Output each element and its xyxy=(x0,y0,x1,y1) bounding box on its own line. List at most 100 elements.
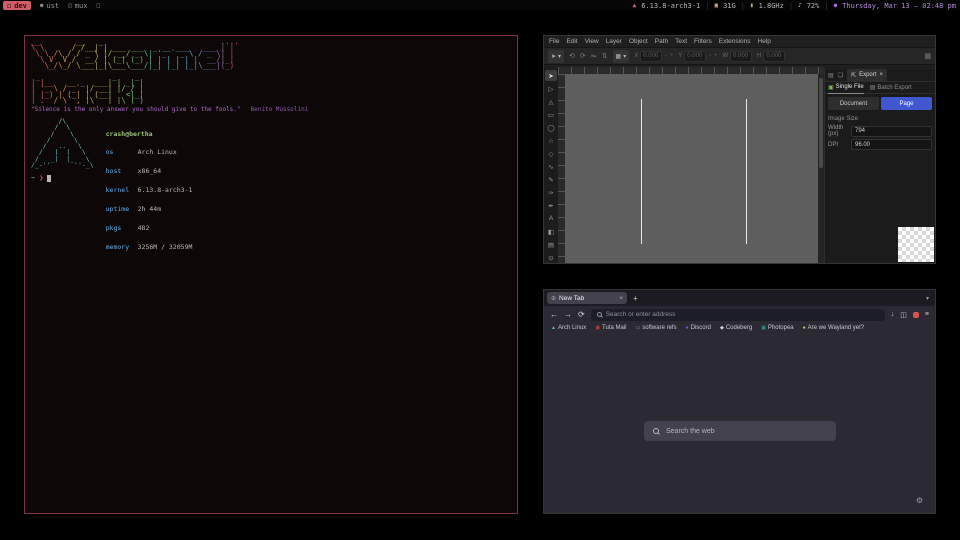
tool-mesh[interactable]: ▤ xyxy=(545,239,557,250)
bookmark-tuta-mail[interactable]: ▣Tuta Mail xyxy=(595,325,626,331)
tool-select[interactable]: ➤ xyxy=(545,70,557,81)
ublock-extension-icon[interactable] xyxy=(913,312,919,318)
dialog-icon-1[interactable]: ▤ xyxy=(828,72,834,79)
close-tab-icon[interactable]: × xyxy=(619,295,623,302)
menu-text[interactable]: Text xyxy=(675,38,687,45)
align-dropdown[interactable]: ▦ ▾ xyxy=(613,50,630,63)
workspace-ust[interactable]: ● ust xyxy=(40,2,59,10)
bookmark-arch-linux[interactable]: ▲Arch Linux xyxy=(551,325,586,331)
menu-object[interactable]: Object xyxy=(629,38,648,45)
h-value[interactable]: 0.000 xyxy=(763,51,785,62)
personalize-gear-icon[interactable]: ⚙ xyxy=(916,496,923,505)
inkscape-canvas[interactable] xyxy=(565,74,818,263)
y-value[interactable]: 0.000 xyxy=(684,51,706,62)
separator: | xyxy=(789,2,793,10)
forward-button[interactable]: → xyxy=(564,310,572,319)
tool-shape-builder[interactable]: ◬ xyxy=(545,96,557,107)
list-all-tabs-icon[interactable]: ▾ xyxy=(926,295,932,302)
height-field[interactable]: H 0.000 xyxy=(757,51,785,62)
spinner-plus-icon[interactable]: + xyxy=(670,53,674,59)
export-dialog-tab[interactable]: ⇱ Export × xyxy=(847,69,887,81)
workspace-empty[interactable]: □ xyxy=(96,2,100,9)
page-action-icon[interactable]: ◫ xyxy=(900,311,907,319)
tool-dropper[interactable]: ⊙ xyxy=(545,252,557,263)
tool-text[interactable]: A xyxy=(545,213,557,224)
reload-button[interactable]: ⟳ xyxy=(578,310,585,319)
tool-ellipse[interactable]: ◯ xyxy=(545,122,557,133)
scrollbar-thumb[interactable] xyxy=(819,78,823,168)
menu-help[interactable]: Help xyxy=(758,38,771,45)
bookmark-label: Photopea xyxy=(768,325,794,331)
drawn-vertical-line-2[interactable] xyxy=(746,99,747,244)
dialog-icon-2[interactable]: ❏ xyxy=(838,72,843,79)
width-input[interactable]: 794 xyxy=(851,126,932,137)
menu-path[interactable]: Path xyxy=(655,38,668,45)
downloads-icon[interactable]: ↓ xyxy=(891,311,895,318)
discord-bookmark-icon: ● xyxy=(686,325,689,331)
selector-mode-dropdown[interactable]: ➤ ▾ xyxy=(548,50,564,63)
width-field[interactable]: W 0.000 xyxy=(722,51,752,62)
document-button[interactable]: Document xyxy=(828,97,879,110)
menu-file[interactable]: File xyxy=(549,38,559,45)
snap-controls-icon[interactable]: ▦ xyxy=(924,52,931,60)
flip-horizontal-icon[interactable]: ⇋ xyxy=(591,52,597,60)
volume-icon[interactable]: ♪ xyxy=(798,2,802,9)
new-tab-button[interactable]: + xyxy=(633,294,638,303)
tool-calligraphy[interactable]: ✒ xyxy=(545,200,557,211)
spinner-plus-icon[interactable]: + xyxy=(714,53,718,59)
fetch-value: x86_64 xyxy=(138,167,161,175)
tool-star[interactable]: ☆ xyxy=(545,135,557,146)
browser-window[interactable]: ⊕ New Tab × + ▾ ← → ⟳ Search or enter ad… xyxy=(543,289,936,514)
bookmark-photopea[interactable]: ▣Photopea xyxy=(761,325,793,331)
active-tab[interactable]: ⊕ New Tab × xyxy=(547,292,627,304)
fetch-label: pkgs xyxy=(106,225,138,231)
tool-bezier[interactable]: ✑ xyxy=(545,187,557,198)
x-coordinate-field[interactable]: X 0.000 − + xyxy=(634,51,673,62)
w-value[interactable]: 0.000 xyxy=(730,51,752,62)
inkscape-window[interactable]: File Edit View Layer Object Path Text Fi… xyxy=(543,35,936,264)
web-search-placeholder: Search the web xyxy=(666,428,715,435)
codeberg-bookmark-icon: ◆ xyxy=(720,325,724,331)
menu-layer[interactable]: Layer xyxy=(606,38,622,45)
close-icon[interactable]: × xyxy=(879,72,883,78)
volume-level: 72% xyxy=(807,2,820,10)
menu-extensions[interactable]: Extensions xyxy=(719,38,751,45)
workspace-mux[interactable]: ◫ mux xyxy=(68,2,87,10)
tool-3d-box[interactable]: ◇ xyxy=(545,148,557,159)
bookmark-codeberg[interactable]: ◆Codeberg xyxy=(720,325,752,331)
rotate-ccw-icon[interactable]: ⟲ xyxy=(569,52,575,60)
fetch-value: 482 xyxy=(138,224,150,232)
bookmark-discord[interactable]: ●Discord xyxy=(686,325,711,331)
address-bar[interactable]: Search or enter address xyxy=(591,309,885,321)
bookmark-are-we-wayland-yet[interactable]: ●Are we Wayland yet? xyxy=(803,325,865,331)
tool-spiral[interactable]: ∿ xyxy=(545,161,557,172)
menu-view[interactable]: View xyxy=(585,38,599,45)
bookmark-folder-software-refs[interactable]: ▭software refs xyxy=(636,325,677,331)
tool-rectangle[interactable]: ▭ xyxy=(545,109,557,120)
rotate-cw-icon[interactable]: ⟳ xyxy=(580,52,586,60)
spinner-minus-icon[interactable]: − xyxy=(664,53,668,59)
menu-edit[interactable]: Edit xyxy=(566,38,577,45)
page-button[interactable]: Page xyxy=(881,97,932,110)
tool-gradient[interactable]: ◧ xyxy=(545,226,557,237)
tuta-bookmark-icon: ▣ xyxy=(595,325,600,331)
shell-prompt[interactable]: ~❯ xyxy=(31,174,51,182)
menu-icon[interactable]: ≡ xyxy=(925,311,929,318)
back-button[interactable]: ← xyxy=(550,310,558,319)
h-label: H xyxy=(757,53,761,59)
batch-export-tab[interactable]: ▤ Batch Export xyxy=(870,84,912,91)
tab-title: New Tab xyxy=(559,295,584,302)
dpi-input[interactable]: 96.00 xyxy=(851,139,932,150)
drawn-vertical-line-1[interactable] xyxy=(641,99,642,244)
tool-node[interactable]: ▷ xyxy=(545,83,557,94)
menu-filters[interactable]: Filters xyxy=(694,38,712,45)
workspace-dev[interactable]: ◻ dev xyxy=(3,1,31,10)
web-search-box[interactable]: Search the web xyxy=(644,421,836,441)
tool-pencil[interactable]: ✎ xyxy=(545,174,557,185)
spinner-minus-icon[interactable]: − xyxy=(708,53,712,59)
x-value[interactable]: 0.000 xyxy=(640,51,662,62)
terminal-window[interactable]: __ __ _ .... \ \ / /__| | ___ ___ _ __ _… xyxy=(24,35,518,514)
flip-vertical-icon[interactable]: ⇅ xyxy=(602,52,608,60)
single-file-tab[interactable]: ▣ Single File xyxy=(828,82,864,94)
y-coordinate-field[interactable]: Y 0.000 − + xyxy=(678,51,717,62)
